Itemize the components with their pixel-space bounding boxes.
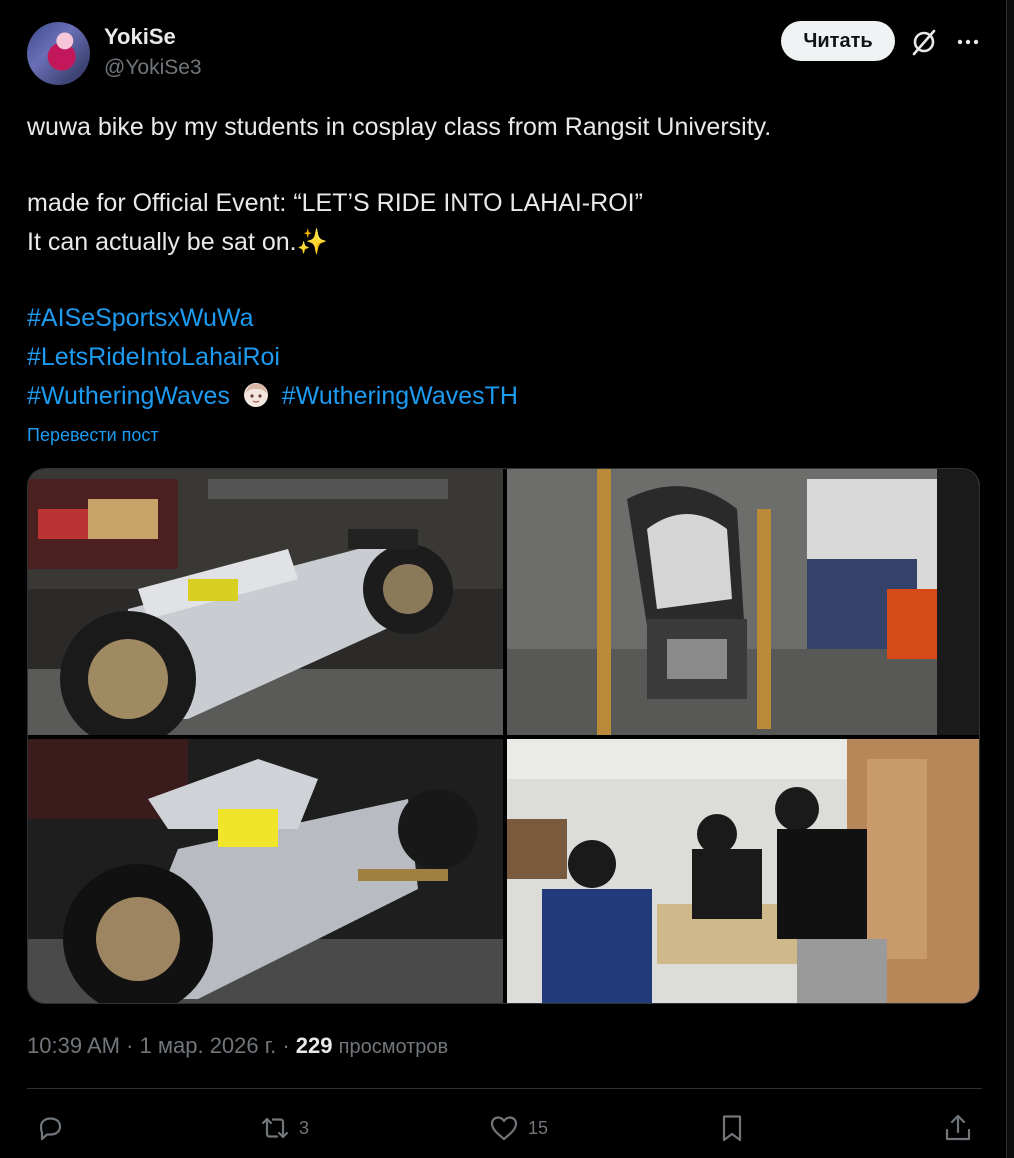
photo-students-working[interactable] <box>507 739 979 1003</box>
post-time[interactable]: 10:39 AM <box>27 1033 120 1058</box>
follow-button[interactable]: Читать <box>781 21 895 61</box>
repost-button[interactable]: 3 <box>259 1110 309 1146</box>
repost-count: 3 <box>299 1117 310 1138</box>
reply-icon <box>39 1117 62 1141</box>
like-count: 15 <box>528 1117 549 1138</box>
repost-icon <box>261 1117 289 1139</box>
tweet-line: wuwa bike by my students in cosplay clas… <box>27 113 772 141</box>
post-meta: 10:39 AM · 1 мар. 2026 г. · 229 просмотр… <box>27 1033 449 1058</box>
more-icon[interactable] <box>952 26 984 58</box>
hashtag-link[interactable]: #LetsRideIntoLahaiRoi <box>27 343 280 371</box>
bookmark-button[interactable] <box>716 1110 748 1146</box>
reply-button[interactable] <box>34 1110 74 1146</box>
hashtag-link[interactable]: #AISeSportsxWuWa <box>27 304 253 332</box>
hashtag-emoji-icon <box>241 380 271 410</box>
author-display-name[interactable]: YokiSe <box>104 24 176 50</box>
photo-bike-side[interactable] <box>28 469 503 735</box>
tweet-post: YokiSe @YokiSe3 Читать wuwa bike by my s… <box>0 0 1006 1158</box>
photo-bike-frame[interactable] <box>507 469 979 735</box>
like-icon <box>490 1116 518 1141</box>
divider <box>27 1088 982 1089</box>
tweet-line: made for Official Event: “LET’S RIDE INT… <box>27 189 643 217</box>
media-grid <box>27 468 980 1004</box>
tweet-text: wuwa bike by my students in cosplay clas… <box>27 108 967 416</box>
like-button[interactable]: 15 <box>488 1110 548 1146</box>
hashtag-link[interactable]: #WutheringWaves <box>27 382 230 410</box>
share-button[interactable] <box>942 1110 974 1146</box>
views-count: 229 <box>295 1033 333 1058</box>
photo-bike-closeup[interactable] <box>28 739 503 1003</box>
tweet-line: It can actually be sat on.✨ <box>27 228 328 256</box>
author-handle[interactable]: @YokiSe3 <box>104 56 202 80</box>
share-icon <box>945 1114 971 1141</box>
views-label: просмотров <box>338 1036 449 1058</box>
grok-icon[interactable] <box>908 26 940 58</box>
bookmark-icon <box>722 1115 742 1142</box>
post-date[interactable]: 1 мар. 2026 г. <box>140 1033 277 1058</box>
translate-post-link[interactable]: Перевести пост <box>27 425 159 446</box>
avatar[interactable] <box>27 22 90 85</box>
hashtag-link[interactable]: #WutheringWavesTH <box>282 382 518 410</box>
scrollbar-track[interactable] <box>1006 0 1014 1158</box>
